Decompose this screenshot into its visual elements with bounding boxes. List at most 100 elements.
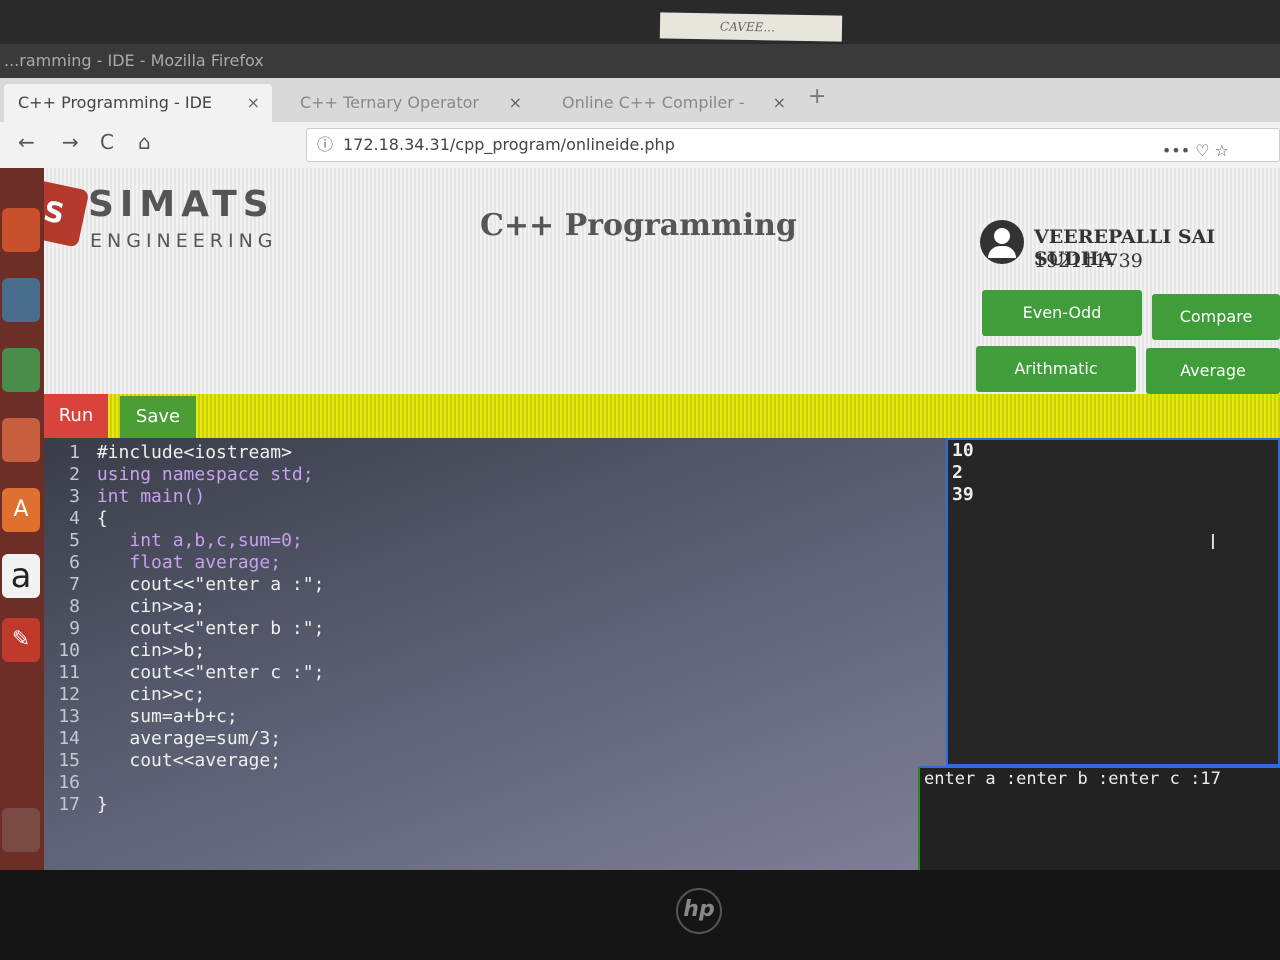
save-button[interactable]: Save (120, 396, 196, 438)
line-number: 11 (58, 662, 80, 683)
line-number: 14 (58, 728, 80, 749)
info-icon[interactable]: ⓘ (317, 129, 333, 161)
close-icon[interactable]: × (247, 84, 260, 122)
page-actions-icon[interactable]: ••• ♡ ☆ (1162, 135, 1229, 167)
text-cursor-icon: I (1210, 530, 1216, 554)
input-line: 10 (952, 440, 974, 461)
stdin-input-panel[interactable]: 10 2 39 I (946, 438, 1280, 766)
settings-icon[interactable]: ✎ (2, 618, 40, 662)
page-header: S SIMATS ENGINEERING C++ Programming VEE… (44, 168, 1280, 394)
line-number: 10 (58, 640, 80, 661)
console-output: enter a :enter b :enter c :17 (924, 769, 1221, 789)
reload-icon[interactable]: C (100, 130, 114, 154)
line-number: 16 (58, 772, 80, 793)
code-text: cout<<"enter a :"; (96, 574, 325, 595)
close-icon[interactable]: × (773, 84, 786, 122)
run-button[interactable]: Run (44, 394, 108, 438)
monitor-sticker: CAVEE... (659, 12, 843, 42)
web-page: S SIMATS ENGINEERING C++ Programming VEE… (44, 168, 1280, 870)
simats-logo: S (44, 178, 90, 248)
arithmatic-button[interactable]: Arithmatic (976, 346, 1136, 392)
line-number: 2 (69, 464, 80, 485)
code-line: 6 float average; (44, 552, 950, 574)
line-number: 1 (69, 442, 80, 463)
back-icon[interactable]: ← (18, 130, 35, 154)
page-title: C++ Programming (480, 208, 797, 243)
code-line: 8 cin>>a; (44, 596, 950, 618)
url-text: 172.18.34.31/cpp_program/onlineide.php (343, 135, 675, 154)
monitor-bezel-bottom (0, 870, 1280, 960)
line-number: 15 (58, 750, 80, 771)
input-line: 2 (952, 462, 963, 483)
code-text: #include<iostream> (96, 442, 292, 463)
code-editor[interactable]: 1 #include<iostream> 2 using namespace st… (44, 438, 950, 870)
code-line: 16 (44, 772, 950, 794)
ubuntu-launcher: A a ✎ (0, 168, 44, 870)
user-avatar-icon[interactable] (980, 220, 1024, 264)
code-line: 1 #include<iostream> (44, 442, 950, 464)
navigation-bar: ← → C ⌂ ⓘ 172.18.34.31/cpp_program/onlin… (0, 122, 1280, 169)
software-center-icon[interactable]: A (2, 488, 40, 532)
launcher-app-icon[interactable] (2, 348, 40, 392)
tab-online-compiler[interactable]: Online C++ Compiler - × (548, 84, 798, 122)
code-line: 13 sum=a+b+c; (44, 706, 950, 728)
amazon-icon[interactable]: a (2, 554, 40, 598)
brand-subtitle: ENGINEERING (90, 230, 278, 252)
new-tab-button[interactable]: + (808, 84, 826, 109)
brand-name: SIMATS (88, 184, 275, 225)
tab-cpp-ide[interactable]: C++ Programming - IDE × (4, 84, 272, 122)
output-console: enter a :enter b :enter c :17 (918, 766, 1280, 870)
code-text: int a,b,c,sum=0; (96, 530, 303, 551)
editor-toolbar: Run Save (44, 394, 1280, 438)
code-line: 15 cout<<average; (44, 750, 950, 772)
code-line: 7 cout<<"enter a :"; (44, 574, 950, 596)
screen: ...ramming - IDE - Mozilla Firefox C++ P… (0, 44, 1280, 870)
even-odd-button[interactable]: Even-Odd (982, 290, 1142, 336)
line-number: 17 (58, 794, 80, 815)
home-icon[interactable]: ⌂ (138, 130, 151, 154)
code-text: cin>>b; (96, 640, 206, 661)
code-text: average=sum/3; (96, 728, 282, 749)
line-number: 7 (69, 574, 80, 595)
tab-bar: C++ Programming - IDE × C++ Ternary Oper… (0, 78, 1280, 122)
code-text: cin>>a; (96, 596, 206, 617)
tab-label: C++ Programming - IDE (18, 93, 212, 112)
code-line: 2 using namespace std; (44, 464, 950, 486)
code-line: 17 } (44, 794, 950, 816)
trash-icon[interactable] (2, 808, 40, 852)
code-text: { (96, 508, 108, 529)
url-bar[interactable]: ⓘ 172.18.34.31/cpp_program/onlineide.php… (306, 128, 1280, 162)
code-line: 9 cout<<"enter b :"; (44, 618, 950, 640)
launcher-app-icon[interactable] (2, 208, 40, 252)
code-text: cout<<"enter b :"; (96, 618, 325, 639)
code-text: } (96, 794, 108, 815)
line-number: 3 (69, 486, 80, 507)
window-titlebar: ...ramming - IDE - Mozilla Firefox (0, 44, 1280, 78)
code-text: int main() (96, 486, 206, 507)
tab-ternary-operator[interactable]: C++ Ternary Operator × (286, 84, 534, 122)
line-number: 9 (69, 618, 80, 639)
hp-logo: hp (676, 888, 722, 934)
line-number: 12 (58, 684, 80, 705)
code-text: cout<<average; (96, 750, 282, 771)
code-text: cout<<"enter c :"; (96, 662, 325, 683)
launcher-app-icon[interactable] (2, 278, 40, 322)
code-line: 3 int main() (44, 486, 950, 508)
code-line: 5 int a,b,c,sum=0; (44, 530, 950, 552)
code-line: 10 cin>>b; (44, 640, 950, 662)
close-icon[interactable]: × (509, 84, 522, 122)
forward-icon[interactable]: → (62, 130, 79, 154)
compare-button[interactable]: Compare (1152, 294, 1280, 340)
tab-label: C++ Ternary Operator (300, 93, 479, 112)
monitor-bezel-top (0, 0, 1280, 44)
line-number: 8 (69, 596, 80, 617)
code-line: 11 cout<<"enter c :"; (44, 662, 950, 684)
launcher-app-icon[interactable] (2, 418, 40, 462)
code-line: 14 average=sum/3; (44, 728, 950, 750)
code-text: float average; (96, 552, 282, 573)
code-lines: 1 #include<iostream> 2 using namespace st… (44, 438, 950, 816)
average-button[interactable]: Average (1146, 348, 1280, 394)
tab-label: Online C++ Compiler - (562, 93, 745, 112)
line-number: 5 (69, 530, 80, 551)
code-line: 12 cin>>c; (44, 684, 950, 706)
